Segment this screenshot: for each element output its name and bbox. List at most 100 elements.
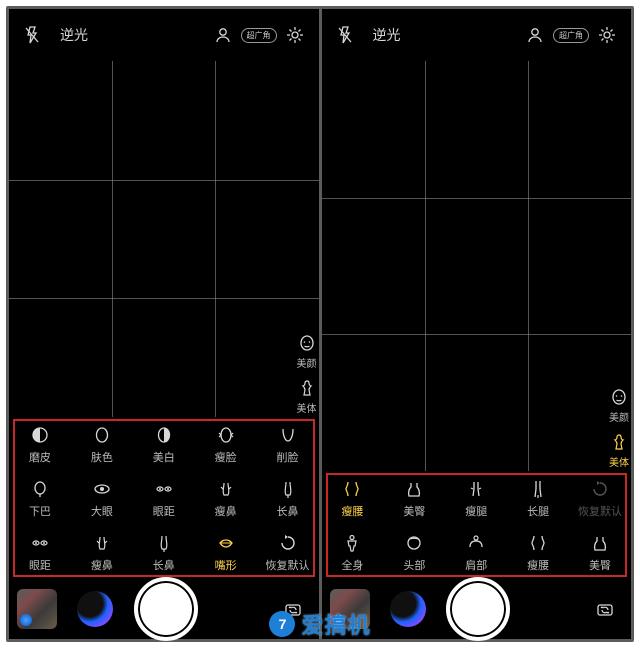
eye-distance-icon xyxy=(30,532,50,554)
option-meitun[interactable]: 美臀 xyxy=(383,471,445,525)
waist-icon xyxy=(342,478,362,500)
option-shouyao[interactable]: 瘦腰 xyxy=(322,471,384,525)
beauty-options-panel: 磨皮肤色美白瘦脸削脸下巴大眼眼距瘦鼻长鼻眼距瘦鼻长鼻嘴形恢复默认 xyxy=(9,417,319,579)
viewfinder[interactable]: 美颜美体 xyxy=(322,61,632,471)
option-yanju[interactable]: 眼距 xyxy=(133,471,195,525)
option-label: 瘦腿 xyxy=(465,503,487,519)
option-changtui[interactable]: 长腿 xyxy=(507,471,569,525)
phone-left: 逆光 超广角 美颜美体 磨皮肤色美白瘦脸削脸下巴大眼眼距瘦鼻长鼻眼距瘦鼻长鼻嘴形… xyxy=(9,9,319,639)
eye-icon xyxy=(92,478,112,500)
settings-button[interactable] xyxy=(277,25,313,45)
bottom-toolbar xyxy=(9,579,319,639)
shutter-button[interactable] xyxy=(134,577,198,641)
mode-tab-body[interactable]: 美体 xyxy=(297,378,317,415)
option-changbi2[interactable]: 长鼻 xyxy=(133,525,195,579)
option-xuelian[interactable]: 削脸 xyxy=(257,417,319,471)
option-dayan[interactable]: 大眼 xyxy=(71,471,133,525)
reset-icon xyxy=(590,478,610,500)
option-meitun2[interactable]: 美臀 xyxy=(569,525,631,579)
full-body-icon xyxy=(342,532,362,554)
user-icon xyxy=(525,25,545,45)
filters-button[interactable] xyxy=(77,591,113,627)
option-shoubi2[interactable]: 瘦鼻 xyxy=(71,525,133,579)
mode-tabs: 美颜美体 xyxy=(297,333,317,415)
composition-grid xyxy=(322,61,632,471)
option-meibai[interactable]: 美白 xyxy=(133,417,195,471)
settings-button[interactable] xyxy=(589,25,625,45)
eye-distance-icon xyxy=(154,478,174,500)
option-shoubi[interactable]: 瘦鼻 xyxy=(195,471,257,525)
gear-icon xyxy=(597,25,617,45)
option-label: 嘴形 xyxy=(215,557,237,573)
option-label: 瘦鼻 xyxy=(91,557,113,573)
reset-icon xyxy=(278,532,298,554)
nose-slim-icon xyxy=(92,532,112,554)
option-label: 恢复默认 xyxy=(578,503,622,519)
option-mopi[interactable]: 磨皮 xyxy=(9,417,71,471)
user-icon xyxy=(213,25,233,45)
gallery-thumbnail[interactable] xyxy=(17,589,57,629)
option-label: 眼距 xyxy=(153,503,175,519)
body-icon xyxy=(297,378,317,398)
leg-slim-icon xyxy=(466,478,486,500)
option-shoutui[interactable]: 瘦腿 xyxy=(445,471,507,525)
option-label: 磨皮 xyxy=(29,449,51,465)
waist-icon xyxy=(528,532,548,554)
portrait-button[interactable] xyxy=(205,25,241,45)
half-circle-left-icon xyxy=(30,424,50,446)
mode-tabs: 美颜美体 xyxy=(609,387,629,469)
option-reset[interactable]: 恢复默认 xyxy=(569,471,631,525)
comparison-frame: 逆光 超广角 美颜美体 磨皮肤色美白瘦脸削脸下巴大眼眼距瘦鼻长鼻眼距瘦鼻长鼻嘴形… xyxy=(6,6,634,642)
composition-grid xyxy=(9,61,319,417)
option-label: 眼距 xyxy=(29,557,51,573)
mode-tab-body[interactable]: 美体 xyxy=(609,432,629,469)
option-zuixing[interactable]: 嘴形 xyxy=(195,525,257,579)
wide-angle-button[interactable]: 超广角 xyxy=(241,28,277,43)
body-options-panel: 瘦腰美臀瘦腿长腿恢复默认全身头部肩部瘦腰美臀 xyxy=(322,471,632,579)
backlight-button[interactable]: 逆光 xyxy=(49,25,99,45)
backlight-button[interactable]: 逆光 xyxy=(362,25,412,45)
option-label: 瘦腰 xyxy=(341,503,363,519)
mode-tab-label: 美体 xyxy=(609,454,629,469)
face-icon xyxy=(297,333,317,353)
option-label: 长鼻 xyxy=(277,503,299,519)
leg-long-icon xyxy=(528,478,548,500)
option-toubu[interactable]: 头部 xyxy=(383,525,445,579)
spacer xyxy=(531,591,567,627)
mode-tab-beauty[interactable]: 美颜 xyxy=(609,387,629,424)
gallery-thumbnail[interactable] xyxy=(330,589,370,629)
hip-icon xyxy=(404,478,424,500)
option-shoulian[interactable]: 瘦脸 xyxy=(195,417,257,471)
option-label: 美臀 xyxy=(403,503,425,519)
option-jianbu[interactable]: 肩部 xyxy=(445,525,507,579)
portrait-button[interactable] xyxy=(517,25,553,45)
head-icon xyxy=(404,532,424,554)
bottom-toolbar xyxy=(322,579,632,639)
flash-toggle[interactable] xyxy=(328,25,362,45)
wide-angle-button[interactable]: 超广角 xyxy=(553,28,589,43)
flash-off-icon xyxy=(336,25,354,45)
option-xiaba[interactable]: 下巴 xyxy=(9,471,71,525)
flash-toggle[interactable] xyxy=(15,25,49,45)
option-changbi[interactable]: 长鼻 xyxy=(257,471,319,525)
option-reset[interactable]: 恢复默认 xyxy=(257,525,319,579)
filters-button[interactable] xyxy=(390,591,426,627)
shoulder-icon xyxy=(466,532,486,554)
option-label: 全身 xyxy=(341,557,363,573)
switch-camera-button[interactable] xyxy=(275,591,311,627)
option-yanju2[interactable]: 眼距 xyxy=(9,525,71,579)
top-toolbar: 逆光 超广角 xyxy=(322,9,632,61)
nose-slim-icon xyxy=(216,478,236,500)
face-squeeze-icon xyxy=(216,424,236,446)
viewfinder[interactable]: 美颜美体 xyxy=(9,61,319,417)
option-fuse[interactable]: 肤色 xyxy=(71,417,133,471)
option-label: 下巴 xyxy=(29,503,51,519)
mode-tab-label: 美体 xyxy=(297,400,317,415)
option-quanshen[interactable]: 全身 xyxy=(322,525,384,579)
shutter-button[interactable] xyxy=(446,577,510,641)
switch-camera-button[interactable] xyxy=(587,591,623,627)
nose-long-icon xyxy=(154,532,174,554)
option-shouyao2[interactable]: 瘦腰 xyxy=(507,525,569,579)
top-toolbar: 逆光 超广角 xyxy=(9,9,319,61)
mode-tab-beauty[interactable]: 美颜 xyxy=(297,333,317,370)
